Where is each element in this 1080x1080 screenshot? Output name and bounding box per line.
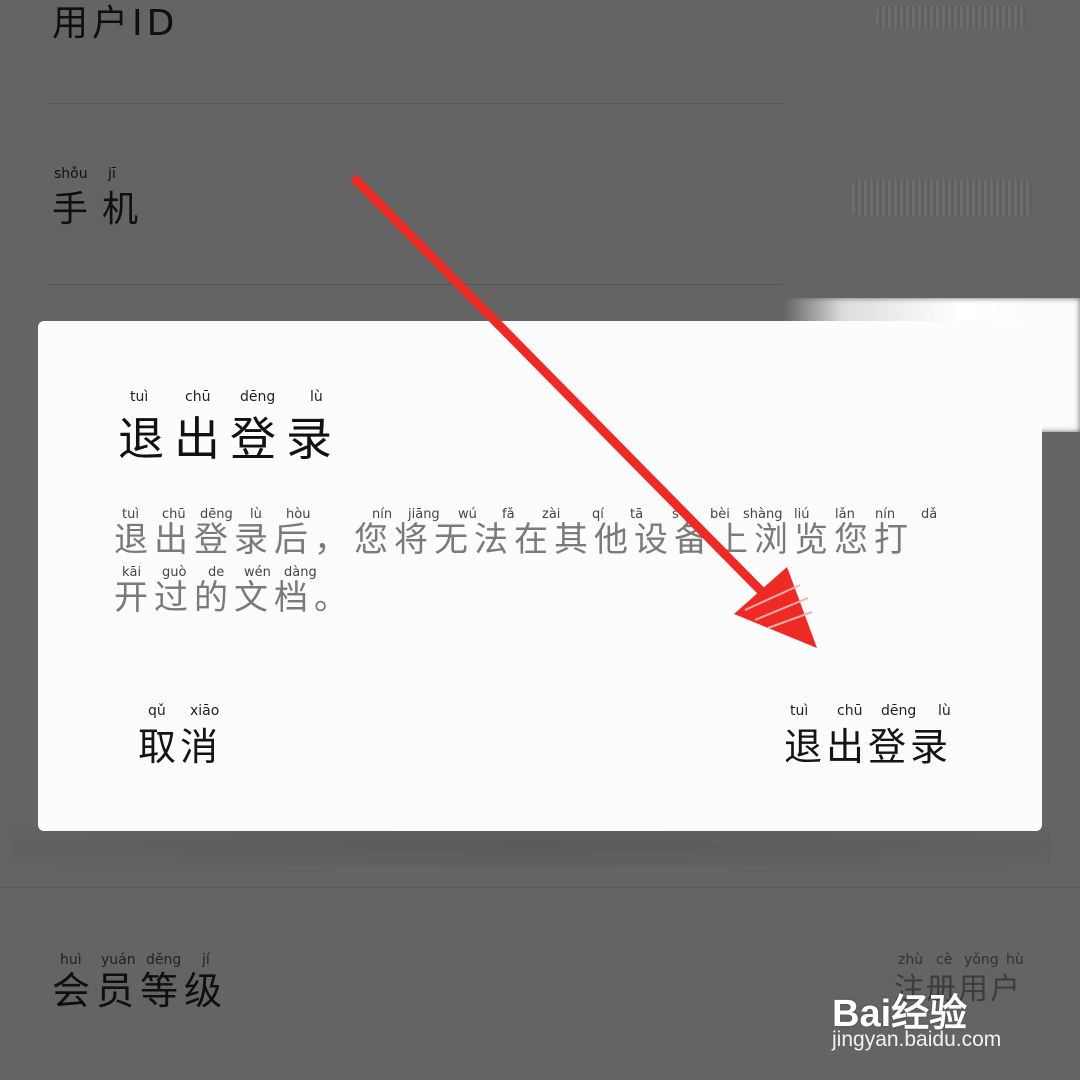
logout-confirm-button[interactable]: 退出登录 [784, 716, 952, 771]
dialog-message-line2: 开过的文档。 [114, 578, 354, 618]
dialog-message: 退出登录后，您将无法在其他设备上浏览您打 开过的文档。 [114, 511, 974, 627]
settings-row-phone[interactable]: shǒu jī 手机 [0, 104, 1080, 284]
cancel-button[interactable]: 取消 [138, 716, 222, 771]
phone-value-blurred [852, 180, 1032, 216]
row-label-user-id: 用户ID [52, 3, 179, 44]
user-id-value-blurred [876, 6, 1026, 28]
dialog-title: 退出登录 [118, 412, 342, 466]
baidu-jingyan-watermark: Bai经验 jingyan.baidu.com [832, 960, 1062, 1060]
row-label-phone: 手机 [52, 189, 153, 230]
row-label-member-level: 会员等级 [52, 969, 229, 1013]
dialog-message-line1: 退出登录后，您将无法在其他设备上浏览您打 [114, 520, 914, 560]
watermark-url: jingyan.baidu.com [832, 1028, 1002, 1051]
dialog-shadow [10, 826, 1050, 866]
settings-row-user-id[interactable]: 用户ID [0, 0, 1080, 104]
divider [48, 284, 783, 285]
logout-dialog: tuì chū dēng lù 退出登录 tuì chū dēng lù hòu… [38, 321, 1042, 831]
